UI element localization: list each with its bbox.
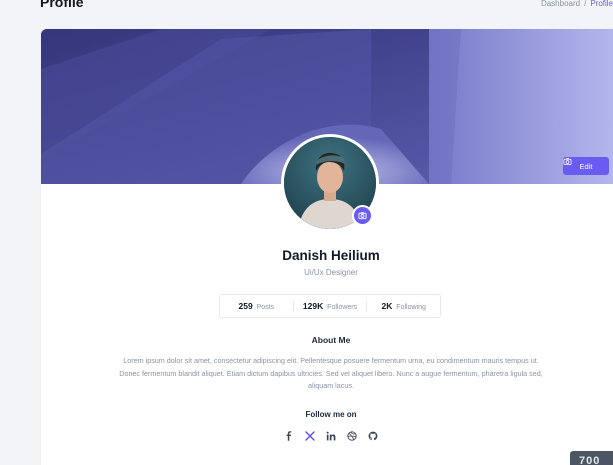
corner-badge: 700: [570, 451, 613, 465]
stat-followers: 129K Followers: [292, 301, 367, 311]
facebook-icon[interactable]: [283, 430, 295, 442]
profile-stats: 259 Posts 129K Followers 2K Following: [219, 294, 441, 318]
x-icon[interactable]: [304, 430, 316, 442]
stat-value: 129K: [302, 301, 324, 311]
profile-role: Ui/Ux Designer: [304, 268, 358, 277]
stat-value: 259: [238, 301, 253, 311]
stat-value: 2K: [381, 301, 393, 311]
stat-posts: 259 Posts: [220, 301, 293, 311]
change-avatar-button[interactable]: [352, 205, 373, 226]
stat-label: Posts: [256, 304, 275, 311]
stat-label: Followers: [327, 304, 358, 311]
about-title: About Me: [311, 335, 351, 345]
profile-name: Danish Heilium: [282, 248, 380, 263]
dribbble-icon[interactable]: [346, 430, 358, 442]
github-icon[interactable]: [367, 430, 379, 442]
breadcrumb: Dashboard / Profile: [541, 0, 613, 8]
page-header: Profile Dashboard / Profile: [0, 0, 613, 22]
linkedin-icon[interactable]: [325, 430, 337, 442]
profile-card: Edit Danish Heilium Ui/Ux Designer 259 P…: [41, 29, 613, 465]
page-title: Profile: [40, 0, 84, 10]
camera-icon: [358, 212, 367, 220]
breadcrumb-dashboard[interactable]: Dashboard: [541, 0, 580, 8]
social-links: [41, 430, 613, 442]
camera-icon: [563, 158, 572, 166]
stat-label: Following: [396, 304, 426, 311]
edit-label: Edit: [579, 161, 593, 171]
breadcrumb-separator: /: [584, 0, 587, 8]
follow-title: Follow me on: [305, 410, 357, 419]
breadcrumb-current: Profile: [590, 0, 613, 8]
stat-following: 2K Following: [366, 301, 440, 311]
edit-cover-button[interactable]: Edit: [563, 157, 609, 175]
about-text: Lorem ipsum dolor sit amet, consectetur …: [119, 356, 543, 390]
